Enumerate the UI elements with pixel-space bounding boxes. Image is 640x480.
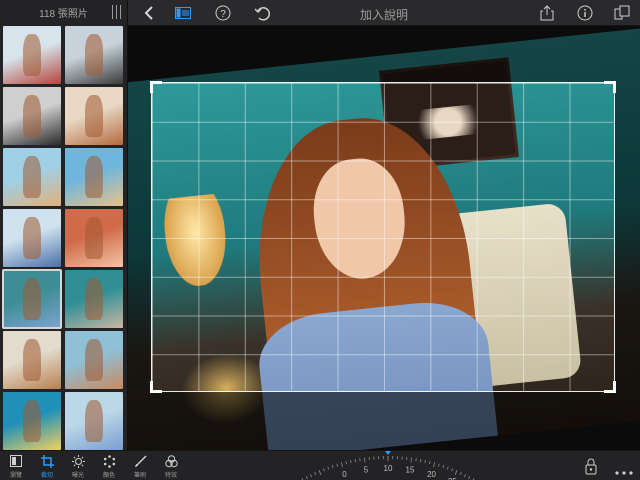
pages-icon[interactable] <box>613 4 631 22</box>
dial-tick <box>429 461 431 465</box>
dial-tick <box>331 465 334 469</box>
dial-label: 0 <box>342 470 347 479</box>
dial-tick <box>442 465 445 469</box>
dial-tick <box>305 476 308 480</box>
svg-text:?: ? <box>220 9 226 20</box>
undo-icon[interactable] <box>253 4 271 22</box>
photo-thumbnail[interactable] <box>3 148 61 206</box>
crop-grid <box>152 83 614 391</box>
dial-tick <box>340 462 343 468</box>
photo-thumbnail[interactable] <box>3 26 61 84</box>
crop-handle-top-left[interactable] <box>150 81 162 93</box>
tool-exposure[interactable]: 曝光 <box>65 454 91 480</box>
photo-thumbnail[interactable] <box>3 87 61 145</box>
dial-tick <box>336 463 338 467</box>
more-icon[interactable] <box>614 463 634 475</box>
top-toolbar: ? 加入說明 <box>128 0 640 26</box>
photo-thumbnail[interactable] <box>2 269 62 329</box>
crop-icon <box>40 454 54 468</box>
photo-thumbnail[interactable] <box>65 392 123 450</box>
crop-rectangle[interactable] <box>150 81 616 393</box>
dial-label: 10 <box>384 464 393 473</box>
photo-sidebar: 118 張照片 <box>0 0 128 450</box>
tool-effects[interactable]: 特效 <box>158 454 184 480</box>
photo-thumbnail[interactable] <box>3 331 61 389</box>
dial-label: 5 <box>364 465 369 474</box>
thumbnail-grid <box>2 26 125 450</box>
color-icon <box>102 454 116 468</box>
photo-thumbnail[interactable] <box>3 209 61 267</box>
dial-tick <box>451 468 454 472</box>
dial-tick <box>327 466 330 470</box>
exposure-icon <box>71 454 85 468</box>
crop-handle-top-right[interactable] <box>604 81 616 93</box>
dial-tick <box>438 463 440 467</box>
dial-tick <box>433 462 436 468</box>
crop-shade-left <box>128 82 151 392</box>
sidebar-toggle-icon[interactable] <box>174 4 192 22</box>
help-icon[interactable]: ? <box>214 4 232 22</box>
dial-tick <box>468 476 471 480</box>
browse-icon <box>9 454 23 468</box>
photo-count: 118 張照片 <box>39 8 88 20</box>
info-icon[interactable] <box>576 4 594 22</box>
effects-icon <box>164 454 178 468</box>
dial-label: 20 <box>427 470 436 479</box>
photo-thumbnail[interactable] <box>3 392 61 450</box>
back-icon[interactable] <box>140 4 158 22</box>
sidebar-resize-grip-icon[interactable] <box>112 5 121 19</box>
dial-label: 15 <box>406 465 415 474</box>
dial-tick <box>309 474 313 478</box>
dial-tick <box>454 470 458 475</box>
crop-shade-top <box>128 26 640 82</box>
dial-indicator-icon <box>385 451 391 455</box>
dial-tick <box>322 468 325 472</box>
dial-tick <box>364 457 366 463</box>
dial-tick <box>354 459 357 463</box>
photo-thumbnail[interactable] <box>65 270 123 328</box>
dial-tick <box>419 459 422 463</box>
tool-browse[interactable]: 瀏覽 <box>3 454 29 480</box>
photo-thumbnail[interactable] <box>65 87 123 145</box>
rotation-dial[interactable]: 0510152025 <box>238 451 538 480</box>
dial-tick <box>314 471 317 476</box>
caption-title[interactable]: 加入說明 <box>128 6 640 23</box>
dial-tick <box>345 461 347 465</box>
lock-icon[interactable] <box>585 457 599 475</box>
photo-thumbnail[interactable] <box>65 26 123 84</box>
dial-tick <box>424 459 426 464</box>
dial-tick <box>350 459 352 464</box>
crop-handle-bottom-right[interactable] <box>604 381 616 393</box>
dial-tick <box>459 471 462 476</box>
sidebar-header: 118 張照片 <box>0 0 127 24</box>
brush-icon <box>133 454 147 468</box>
tool-brush[interactable]: 筆刷 <box>127 454 153 480</box>
crop-handle-bottom-left[interactable] <box>150 381 162 393</box>
photo-thumbnail[interactable] <box>65 331 123 389</box>
crop-shade-right <box>615 82 640 392</box>
tool-color[interactable]: 顏色 <box>96 454 122 480</box>
dial-tick <box>446 466 449 470</box>
photo-canvas[interactable] <box>128 26 640 450</box>
dial-tick <box>463 474 467 478</box>
tool-crop[interactable]: 裁切 <box>34 454 60 480</box>
dial-tick <box>410 457 412 463</box>
crop-shade-bottom <box>128 392 640 450</box>
share-icon[interactable] <box>538 4 556 22</box>
dial-tick <box>318 470 322 475</box>
photo-thumbnail[interactable] <box>65 209 123 267</box>
photo-thumbnail[interactable] <box>65 148 123 206</box>
